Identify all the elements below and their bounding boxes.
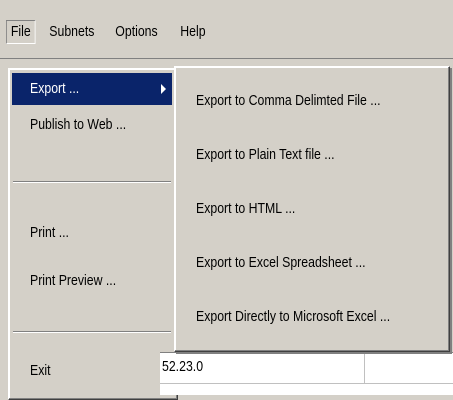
menu-subnets[interactable]: Subnets bbox=[46, 21, 98, 43]
submenu-item-export-html-label: Export to HTML ... bbox=[196, 200, 296, 217]
menu-separator bbox=[13, 331, 171, 333]
submenu-arrow-icon bbox=[161, 84, 166, 94]
submenu-item-export-html[interactable]: Export to HTML ... bbox=[178, 189, 444, 229]
menu-item-export[interactable]: Export ... bbox=[12, 73, 172, 105]
menu-item-export-label: Export ... bbox=[30, 80, 80, 97]
grid-cell[interactable]: 52.23.0 bbox=[160, 353, 365, 384]
menu-item-exit-label: Exit bbox=[30, 362, 51, 379]
submenu-item-export-text[interactable]: Export to Plain Text file ... bbox=[178, 135, 444, 175]
menu-item-print[interactable]: Print ... bbox=[12, 217, 172, 249]
submenu-item-export-excel-spreadsheet-label: Export to Excel Spreadsheet ... bbox=[196, 254, 366, 271]
submenu-item-export-microsoft-excel-label: Export Directly to Microsoft Excel ... bbox=[196, 308, 391, 325]
menu-item-print-preview[interactable]: Print Preview ... bbox=[12, 265, 172, 297]
menu-item-publish-to-web[interactable]: Publish to Web ... bbox=[12, 109, 172, 141]
submenu-item-export-text-label: Export to Plain Text file ... bbox=[196, 146, 335, 163]
menu-options[interactable]: Options bbox=[112, 21, 161, 43]
menu-help[interactable]: Help bbox=[177, 21, 209, 43]
export-submenu: Export to Comma Delimted File ... Export… bbox=[174, 66, 450, 352]
submenu-item-export-csv[interactable]: Export to Comma Delimted File ... bbox=[178, 81, 444, 121]
menu-bar: File Subnets Options Help bbox=[0, 0, 453, 59]
grid-cell-value: 52.23.0 bbox=[162, 358, 204, 375]
menu-item-publish-label: Publish to Web ... bbox=[30, 116, 127, 133]
grid-cell[interactable] bbox=[364, 353, 453, 384]
menu-item-print-preview-label: Print Preview ... bbox=[30, 272, 117, 289]
menu-file[interactable]: File bbox=[6, 20, 36, 44]
file-menu-dropdown: Export ... Publish to Web ... Print ... … bbox=[8, 68, 178, 400]
submenu-item-export-excel-spreadsheet[interactable]: Export to Excel Spreadsheet ... bbox=[178, 243, 444, 283]
menu-item-exit[interactable]: Exit bbox=[12, 355, 172, 387]
menu-separator bbox=[13, 181, 171, 183]
data-grid: 52.23.0 bbox=[160, 352, 453, 395]
menu-item-print-label: Print ... bbox=[30, 224, 69, 241]
submenu-item-export-csv-label: Export to Comma Delimted File ... bbox=[196, 92, 381, 109]
submenu-item-export-microsoft-excel[interactable]: Export Directly to Microsoft Excel ... bbox=[178, 297, 444, 337]
